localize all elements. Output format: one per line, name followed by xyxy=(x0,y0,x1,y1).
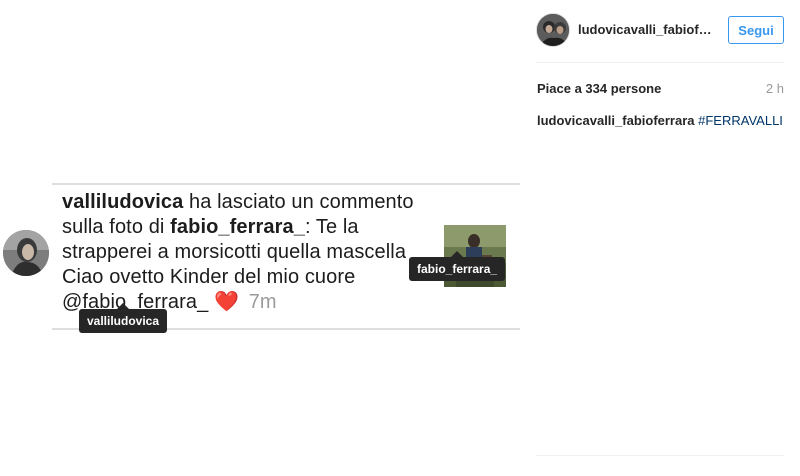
notification-text-line: ha lasciato un commento xyxy=(183,191,414,213)
caption-hashtag[interactable]: #FERRAVALLI xyxy=(698,113,783,128)
commenter-username: vallilud​ovica xyxy=(62,191,184,213)
notification-text: vallilud​ovica ha lasciato un commento s… xyxy=(62,190,422,315)
heart-icon: ❤️ xyxy=(214,291,240,313)
divider xyxy=(52,183,520,185)
post-side-panel: ludovicavalli_fabioferrara Segui Piace a… xyxy=(520,0,800,476)
post-header: ludovicavalli_fabioferrara Segui xyxy=(520,0,800,62)
follow-button[interactable]: Segui xyxy=(728,16,784,44)
post-timestamp[interactable]: 2 h xyxy=(766,81,784,96)
post-photo[interactable]: vallilud​ovica ha lasciato un commento s… xyxy=(0,0,520,476)
notification-text-line: Ciao ovetto Kinder del mio cuore xyxy=(62,266,356,288)
divider xyxy=(536,62,784,63)
notification-text-line: : Te la xyxy=(304,216,359,238)
user-tag-valli[interactable]: valliludovica xyxy=(79,303,168,333)
author-avatar[interactable] xyxy=(536,13,570,47)
author-username[interactable]: ludovicavalli_fabioferrara xyxy=(578,22,718,37)
user-tag-fabio[interactable]: fabio_ferrara_ xyxy=(409,251,506,281)
post-caption: ludovicavalli_fabioferrara #FERRAVALLI xyxy=(537,113,787,128)
profile-avatar-icon xyxy=(3,230,49,276)
likes-count[interactable]: Piace a 334 persone xyxy=(537,81,661,96)
notification-text-line: sulla foto di xyxy=(62,216,171,238)
divider xyxy=(536,455,784,456)
commenter-avatar xyxy=(3,230,49,276)
notification-text-line: strapperei a morsicotti quella mascella xyxy=(62,241,407,263)
caption-username[interactable]: ludovicavalli_fabioferrara xyxy=(537,113,695,128)
notification-time: 7m xyxy=(248,291,277,313)
photo-owner-username: fabio_ferrara_ xyxy=(170,216,305,238)
profile-avatar-icon xyxy=(537,14,569,46)
